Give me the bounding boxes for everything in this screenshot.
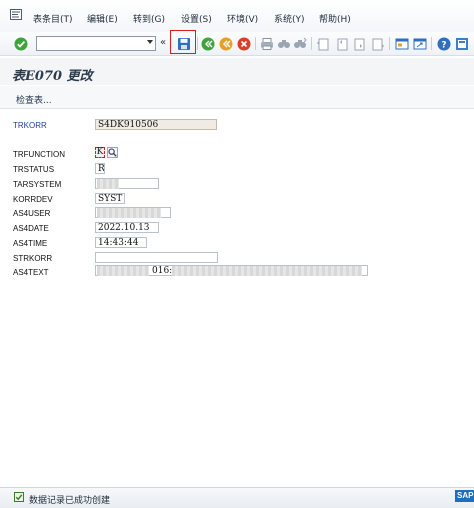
trfunction-field[interactable]: K [95,147,105,158]
trstatus-label: TRSTATUS [13,165,55,174]
as4user-label: AS4USER [13,209,51,218]
find-next-icon[interactable] [292,36,307,51]
last-page-icon[interactable] [370,36,385,51]
trstatus-field[interactable]: R [95,163,105,174]
menu-item-help[interactable]: 帮助(H) [319,12,351,25]
menu-item-system[interactable]: 系统(Y) [274,12,305,25]
value-help-button[interactable] [107,147,118,158]
menu-item-table-entry[interactable]: 表条目(T) [33,12,73,25]
redacted-region [97,266,149,276]
create-session-icon[interactable] [394,36,409,51]
save-button-highlight [170,30,196,54]
search-icon [108,148,117,157]
redacted-region [172,266,362,276]
as4text-label: AS4TEXT [13,268,49,277]
menu-item-goto[interactable]: 转到(G) [133,12,165,25]
toolbar-separator [255,37,256,50]
chevron-down-icon[interactable] [147,40,153,44]
status-bar: 数据记录已成功创建 [0,487,474,508]
help-icon[interactable]: ? [436,36,451,51]
command-field[interactable] [36,36,156,51]
trkorr-label: TRKORR [13,121,47,130]
back-icon[interactable] [200,36,215,51]
standard-toolbar: « ? [0,32,474,56]
sap-logo: SAP [455,490,474,502]
application-toolbar: 检查表... [0,86,474,109]
shortcut-icon[interactable] [412,36,427,51]
exit-icon[interactable] [218,36,233,51]
print-icon[interactable] [259,36,274,51]
as4time-field[interactable]: 14:43:44 [95,237,147,248]
cancel-icon[interactable] [236,36,251,51]
strkorr-label: STRKORR [13,254,53,263]
find-icon[interactable] [276,36,291,51]
menu-item-settings[interactable]: 设置(S) [181,12,212,25]
success-check-icon [14,492,24,502]
korrdev-label: KORRDEV [13,195,53,204]
svg-text:?: ? [441,40,446,50]
previous-page-icon[interactable] [334,36,349,51]
menu-item-environment[interactable]: 环境(V) [227,12,258,25]
next-page-icon[interactable] [352,36,367,51]
as4time-label: AS4TIME [13,239,48,248]
first-page-icon[interactable] [315,36,330,51]
redacted-region [97,208,161,218]
trkorr-field: S4DK910506 [95,119,217,130]
korrdev-field[interactable]: SYST [95,193,125,204]
redacted-region [97,179,119,189]
menu-item-edit[interactable]: 编辑(E) [87,12,118,25]
enter-icon[interactable] [13,36,28,51]
toolbar-separator [389,37,390,50]
as4date-field[interactable]: 2022.10.13 [95,222,159,233]
toolbar-separator [197,37,198,50]
toolbar-separator [311,37,312,50]
title-bar: 表E070 更改 [0,58,474,85]
status-message[interactable]: 数据记录已成功创建 [29,493,110,506]
strkorr-field[interactable] [95,252,218,263]
collapse-command-field-button[interactable]: « [160,37,166,48]
as4date-label: AS4DATE [13,224,49,233]
tarsystem-label: TARSYSTEM [13,180,62,189]
page-title: 表E070 更改 [12,69,93,84]
customize-layout-icon[interactable] [454,36,469,51]
toolbar-separator [431,37,432,50]
trfunction-label: TRFUNCTION [13,150,65,159]
check-table-button[interactable]: 检查表... [16,93,52,106]
menu-bar: 表条目(T) 编辑(E) 转到(G) 设置(S) 环境(V) 系统(Y) 帮助(… [0,0,474,33]
menu-icon[interactable] [10,9,22,20]
